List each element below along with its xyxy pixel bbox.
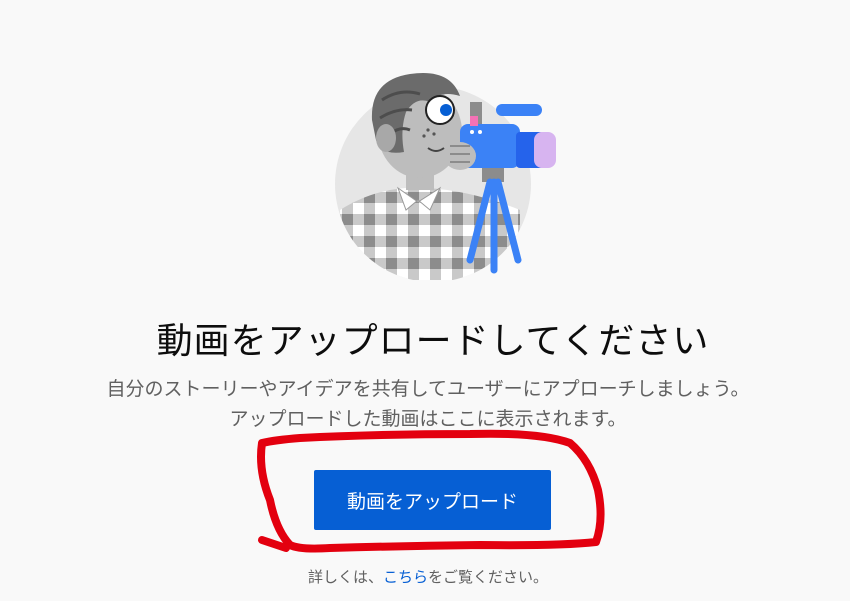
upload-video-button[interactable]: 動画をアップロード [314, 470, 551, 530]
person-with-video-camera-icon [335, 72, 556, 280]
description-line-1: 自分のストーリーやアイデアを共有してユーザーにアプローチしましょう。 [106, 378, 750, 400]
page-title: 動画をアップロードしてください [156, 321, 710, 362]
help-prefix: 詳しくは、 [307, 568, 383, 586]
help-suffix: をご覧ください。 [428, 568, 549, 586]
upload-empty-state: 動画をアップロードしてください 自分のストーリーやアイデアを共有してユーザーにア… [0, 0, 850, 601]
description-line-2: アップロードした動画はここに表示されます。 [229, 408, 627, 430]
help-link[interactable]: こちら [383, 568, 428, 586]
help-footer: 詳しくは、こちらをご覧ください。 [0, 566, 850, 587]
